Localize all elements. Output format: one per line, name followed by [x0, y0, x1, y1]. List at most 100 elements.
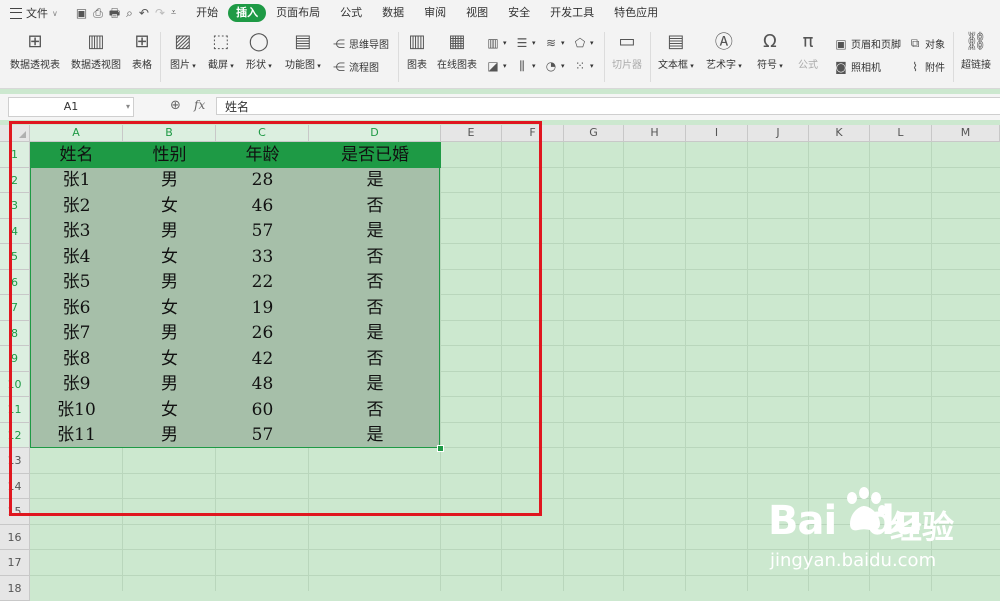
- wordart-icon: Ⓐ: [714, 32, 733, 53]
- camera-button[interactable]: ◙ 照相机: [834, 59, 881, 75]
- stock-chart-button[interactable]: ⫼ ▾: [515, 58, 535, 73]
- screenshot-button[interactable]: ⬚ 截屏 ▾: [208, 30, 234, 72]
- area-chart-button[interactable]: ◪ ▾: [486, 59, 506, 73]
- flowchart-button[interactable]: ⋲ 流程图: [332, 59, 379, 75]
- pivot-chart-button[interactable]: ▥ 数据透视图: [71, 30, 121, 72]
- ribbon-separator: [650, 32, 651, 82]
- mindmap-button[interactable]: ⋲ 思维导图: [332, 36, 389, 52]
- row-header-17[interactable]: 17: [0, 550, 30, 576]
- column-header-h[interactable]: H: [624, 125, 686, 142]
- hamburger-icon: [10, 7, 22, 19]
- undo-icon[interactable]: ↶: [139, 7, 149, 19]
- highlight-box: [9, 121, 542, 516]
- hyperlink-label: 超链接: [961, 60, 991, 71]
- row-header-18[interactable]: 18: [0, 576, 30, 601]
- bar-chart-icon: ▥: [487, 36, 499, 50]
- ribbon-separator: [398, 32, 399, 82]
- name-box-value: A1: [63, 100, 79, 113]
- online-chart-button[interactable]: ▦ 在线图表: [437, 30, 477, 72]
- chevron-down-icon: ∨: [52, 8, 58, 18]
- save-icon[interactable]: ▣: [76, 7, 87, 19]
- paperclip-icon: ⌇: [912, 59, 918, 74]
- picture-button[interactable]: ▨ 图片 ▾: [170, 30, 196, 72]
- radar-chart-button[interactable]: ⬠ ▾: [573, 36, 594, 50]
- shape-button[interactable]: ◯ 形状 ▾: [246, 30, 272, 72]
- textbox-label: 文本框: [658, 60, 688, 71]
- watermark-url: jingyan.baidu.com: [770, 550, 937, 571]
- chart-button[interactable]: ▥ 图表: [406, 30, 428, 72]
- column-header-j[interactable]: J: [748, 125, 809, 142]
- tab-formulas[interactable]: 公式: [330, 4, 372, 22]
- symbol-button[interactable]: Ω 符号 ▾: [757, 30, 783, 72]
- tab-review[interactable]: 审阅: [414, 4, 456, 22]
- line-chart-icon: ≋: [545, 36, 557, 50]
- tab-home[interactable]: 开始: [186, 4, 228, 22]
- column-header-l[interactable]: L: [870, 125, 932, 142]
- tab-developer[interactable]: 开发工具: [540, 4, 604, 22]
- attachment-button[interactable]: ⌇ 附件: [908, 59, 945, 75]
- scatter-chart-button[interactable]: ⁙ ▾: [573, 59, 594, 73]
- header-footer-icon: ▣: [835, 36, 847, 51]
- pivot-table-button[interactable]: ⊞ 数据透视表: [10, 30, 60, 72]
- wordart-button[interactable]: Ⓐ 艺术字 ▾: [706, 30, 742, 71]
- stock-chart-icon: ⫼: [519, 58, 525, 73]
- hyperlink-button[interactable]: ⛓ 超链接: [961, 30, 991, 72]
- chart-icon: ▥: [408, 30, 426, 52]
- file-menu-label: 文件: [26, 7, 48, 20]
- export-pdf-icon[interactable]: ⎙: [93, 7, 103, 19]
- object-button[interactable]: ⧉ 对象: [908, 36, 945, 51]
- formula-input[interactable]: 姓名: [216, 97, 1000, 115]
- pivot-chart-label: 数据透视图: [71, 60, 121, 71]
- chart-label: 图表: [407, 60, 427, 71]
- object-icon: ⧉: [910, 36, 920, 50]
- camera-label: 照相机: [851, 63, 881, 74]
- screenshot-label: 截屏: [208, 60, 228, 71]
- function-chart-icon: ▤: [294, 30, 312, 52]
- shape-icon: ◯: [248, 30, 269, 52]
- pivot-table-label: 数据透视表: [10, 60, 60, 71]
- attachment-label: 附件: [925, 63, 945, 74]
- ribbon-separator: [953, 32, 954, 82]
- table-label: 表格: [132, 60, 152, 71]
- tab-security[interactable]: 安全: [498, 4, 540, 22]
- column-header-k[interactable]: K: [809, 125, 870, 142]
- print-preview-icon[interactable]: ⌕: [126, 7, 133, 19]
- formula-button[interactable]: π 公式: [797, 30, 819, 72]
- column-header-m[interactable]: M: [932, 125, 1000, 142]
- screenshot-icon: ⬚: [212, 30, 230, 52]
- column-header-i[interactable]: I: [686, 125, 748, 142]
- column-header-g[interactable]: G: [564, 125, 624, 142]
- textbox-button[interactable]: ▤ 文本框 ▾: [658, 30, 694, 72]
- tab-insert[interactable]: 插入: [228, 4, 267, 22]
- customize-icon[interactable]: ⩡: [171, 8, 176, 18]
- ribbon-tabs: 开始 插入 页面布局 公式 数据 审阅 视图 安全 开发工具 特色应用: [186, 4, 668, 22]
- tab-features[interactable]: 特色应用: [604, 4, 668, 22]
- column-chart-button[interactable]: ▥ ▾: [486, 36, 506, 50]
- fx-icon[interactable]: fx: [194, 98, 205, 112]
- table-button[interactable]: ⊞ 表格: [131, 30, 153, 72]
- tab-page-layout[interactable]: 页面布局: [266, 4, 330, 22]
- name-box[interactable]: A1 ▾: [8, 97, 134, 117]
- tab-view[interactable]: 视图: [456, 4, 498, 22]
- ribbon-separator: [604, 32, 605, 82]
- pie-chart-button[interactable]: ◔ ▾: [544, 59, 565, 73]
- menu-bar: 文件 ∨ ▣ ⎙ 🖶 ⌕ ↶ ↷ ⩡ 开始 插入 页面布局 公式 数据 审阅 视…: [0, 0, 1000, 26]
- camera-icon: ◙: [835, 59, 847, 74]
- tab-data[interactable]: 数据: [372, 4, 414, 22]
- redo-icon[interactable]: ↷: [155, 7, 165, 19]
- file-menu[interactable]: 文件 ∨: [0, 0, 66, 26]
- paw-icon: [847, 487, 886, 531]
- formula-bar: A1 ▾ ⊕ fx 姓名: [0, 94, 1000, 120]
- slicer-button[interactable]: ▭ 切片器: [612, 30, 642, 72]
- chevron-down-icon: ▾: [125, 102, 130, 111]
- pivot-table-icon: ⊞: [27, 30, 43, 52]
- omega-icon: Ω: [762, 30, 777, 52]
- zoom-icon[interactable]: ⊕: [170, 98, 181, 113]
- header-footer-button[interactable]: ▣ 页眉和页脚: [834, 36, 901, 52]
- bar-chart-button[interactable]: ☰ ▾: [515, 36, 536, 50]
- line-chart-button[interactable]: ≋ ▾: [544, 36, 565, 50]
- print-icon[interactable]: 🖶: [109, 7, 120, 19]
- baidu-jingyan-watermark: Bai du 经验 jingyan.baidu.com: [768, 484, 996, 584]
- function-chart-button[interactable]: ▤ 功能图 ▾: [285, 30, 321, 72]
- row-header-16[interactable]: 16: [0, 525, 30, 550]
